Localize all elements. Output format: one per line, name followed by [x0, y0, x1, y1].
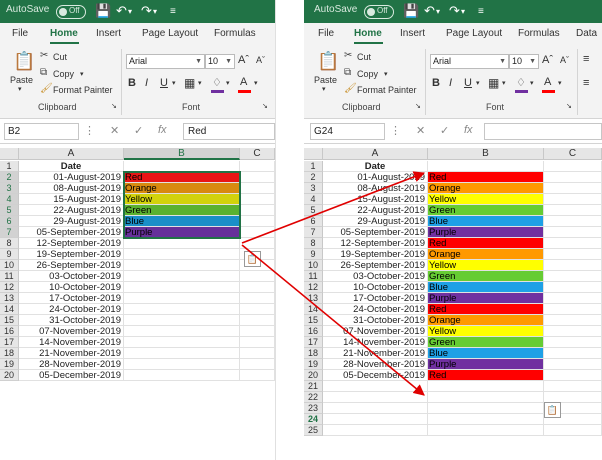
arrow-to-row-2: [241, 171, 426, 244]
annotation-arrows: [241, 171, 426, 396]
arrow-to-row-20: [241, 244, 425, 396]
